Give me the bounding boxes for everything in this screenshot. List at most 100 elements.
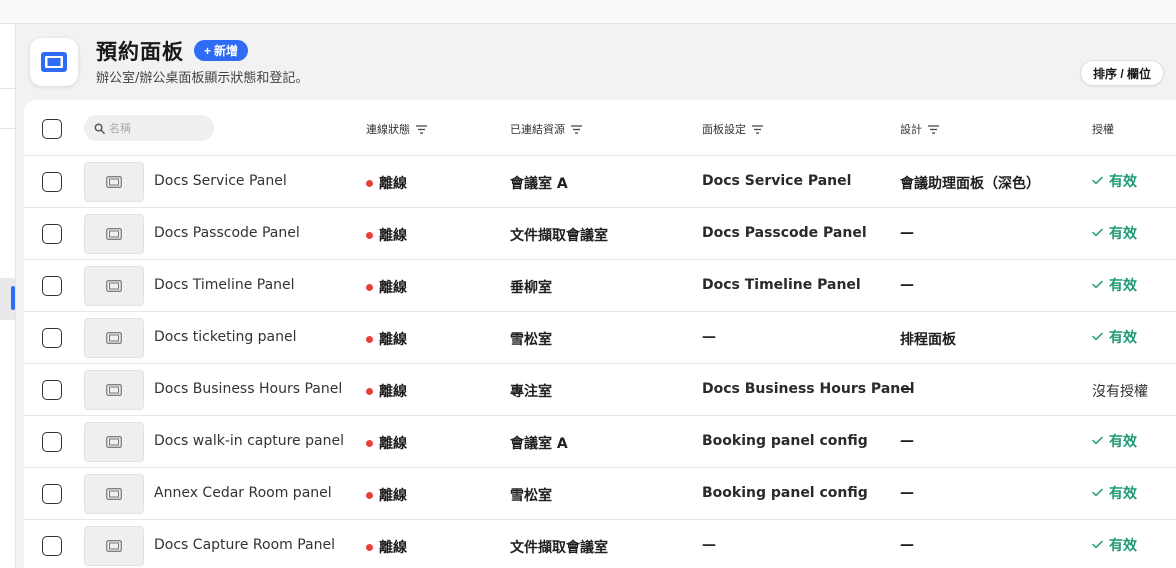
panel-thumbnail [84,318,144,358]
filter-icon[interactable] [416,124,427,134]
panel-thumbnail [84,474,144,514]
filter-icon[interactable] [752,124,763,134]
column-resource[interactable]: 已連結資源 [510,121,582,137]
offline-dot-icon [366,543,373,551]
connection-status: 離線 [366,433,407,453]
table-row[interactable]: Annex Cedar Room panel 離線 雪松室 Booking panel… [24,468,1176,520]
offline-dot-icon [366,387,373,395]
select-all-checkbox[interactable] [42,119,62,139]
panel-name[interactable]: Docs Timeline Panel [154,277,295,293]
panel-config: Docs Service Panel [702,173,852,189]
add-button[interactable]: + 新增 [194,40,249,61]
filter-icon[interactable] [928,124,939,134]
linked-resource: 會議室 A [510,436,568,452]
panel-name[interactable]: Docs Service Panel [154,173,287,189]
license-status: 有效 [1092,223,1137,243]
panel-icon [106,381,122,400]
license-status: 有效 [1092,275,1137,295]
linked-resource: 雪松室 [510,332,552,348]
panel-design: — [900,225,914,241]
panel-name[interactable]: Docs ticketing panel [154,329,297,345]
sidebar-active-indicator [11,286,15,310]
panel-config: — [702,329,716,345]
row-checkbox[interactable] [42,380,62,400]
status-label: 離線 [379,176,407,192]
panel-design: — [900,277,914,293]
linked-resource: 雪松室 [510,488,552,504]
row-checkbox[interactable] [42,432,62,452]
panel-thumbnail [84,526,144,566]
license-status: 沒有授權 [1092,384,1148,400]
license-status: 有效 [1092,431,1137,451]
panel-thumbnail [84,370,144,410]
linked-resource: 專注室 [510,384,552,400]
table-row[interactable]: Docs Service Panel 離線 會議室 A Docs Service Pa… [24,156,1176,208]
panel-name[interactable]: Annex Cedar Room panel [154,485,332,501]
connection-status: 離線 [366,277,407,297]
add-button-label: 新增 [214,44,239,58]
row-checkbox[interactable] [42,224,62,244]
offline-dot-icon [366,283,373,291]
status-label: 離線 [379,488,407,504]
status-label: 離線 [379,540,407,556]
check-icon [1092,277,1103,293]
check-icon [1092,537,1103,553]
panel-config: Docs Timeline Panel [702,277,861,293]
panel-config: Booking panel config [702,433,868,449]
panel-config: Booking panel config [702,485,868,501]
row-checkbox[interactable] [42,276,62,296]
column-config[interactable]: 面板設定 [702,121,763,137]
license-status: 有效 [1092,327,1137,347]
plus-icon: + [204,43,212,58]
table-row[interactable]: Docs Timeline Panel 離線 垂柳室 Docs Timeline Pa… [24,260,1176,312]
panel-thumbnail [84,266,144,306]
row-checkbox[interactable] [42,536,62,556]
sidebar-divider [0,88,15,89]
row-checkbox[interactable] [42,484,62,504]
panel-config: Docs Business Hours Panel [702,381,915,397]
panel-design: — [900,537,914,553]
table-row[interactable]: Docs Capture Room Panel 離線 文件擷取會議室 — — 有效 [24,520,1176,568]
connection-status: 離線 [366,173,407,193]
row-checkbox[interactable] [42,172,62,192]
panel-icon [106,173,122,192]
column-design[interactable]: 設計 [900,121,939,137]
column-status[interactable]: 連線狀態 [366,121,427,137]
linked-resource: 會議室 A [510,176,568,192]
table-row[interactable]: Docs Passcode Panel 離線 文件擷取會議室 Docs Passcod… [24,208,1176,260]
check-icon [1092,173,1103,189]
top-bar [0,0,1176,24]
column-license: 授權 [1092,123,1114,136]
panel-name[interactable]: Docs Passcode Panel [154,225,300,241]
sidebar-divider [0,128,15,129]
table-row[interactable]: Docs ticketing panel 離線 雪松室 — 排程面板 有效 [24,312,1176,364]
linked-resource: 垂柳室 [510,280,552,296]
status-label: 離線 [379,280,407,296]
panel-design: — [900,433,914,449]
connection-status: 離線 [366,537,407,557]
license-status: 有效 [1092,171,1137,191]
row-checkbox[interactable] [42,328,62,348]
sort-columns-button[interactable]: 排序 / 欄位 [1080,60,1165,86]
panel-icon [106,485,122,504]
panel-config: Docs Passcode Panel [702,225,867,241]
panel-icon [106,433,122,452]
panel-name[interactable]: Docs Capture Room Panel [154,537,335,553]
table-row[interactable]: Docs Business Hours Panel 離線 專注室 Docs Busin… [24,364,1176,416]
linked-resource: 文件擷取會議室 [510,228,608,244]
panel-design: 會議助理面板（深色） [900,176,1040,192]
page-title: 預約面板 [96,40,184,64]
filter-icon[interactable] [571,124,582,134]
panel-design: 排程面板 [900,332,956,348]
name-search[interactable] [84,115,214,141]
panel-name[interactable]: Docs Business Hours Panel [154,381,342,397]
status-label: 離線 [379,436,407,452]
panel-icon [106,225,122,244]
connection-status: 離線 [366,329,407,349]
connection-status: 離線 [366,381,407,401]
panel-design: — [900,381,914,397]
panel-name[interactable]: Docs walk-in capture panel [154,433,344,449]
search-input[interactable] [109,121,205,135]
panel-thumbnail [84,214,144,254]
table-row[interactable]: Docs walk-in capture panel 離線 會議室 A Booking… [24,416,1176,468]
